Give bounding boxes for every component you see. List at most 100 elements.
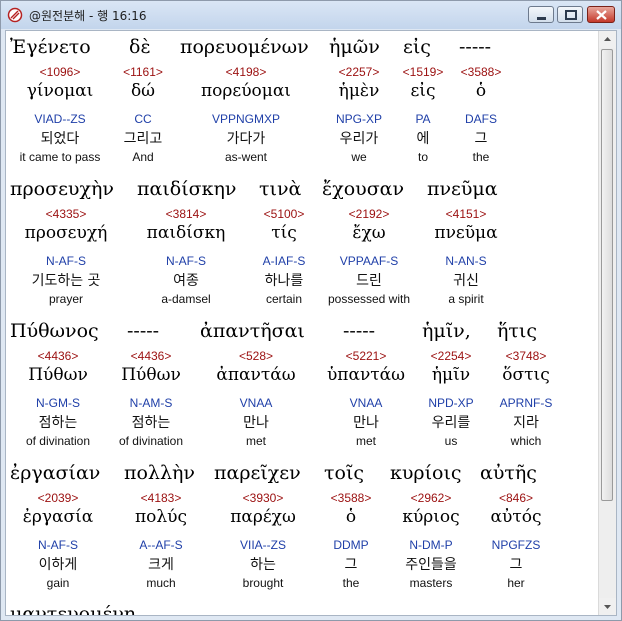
- strong-number[interactable]: <5221>: [326, 349, 406, 363]
- strong-number[interactable]: <2254>: [411, 349, 491, 363]
- lemma: γίνομαι: [26, 81, 94, 101]
- strong-number[interactable]: <3588>: [446, 65, 516, 79]
- lemma: παιδίσκη: [146, 223, 226, 243]
- strong-number[interactable]: <846>: [476, 491, 556, 505]
- greek-word[interactable]: παρεῖχεν: [214, 462, 301, 484]
- strong-number[interactable]: <4436>: [111, 349, 191, 363]
- lemma: τίς: [271, 223, 297, 243]
- korean-gloss: 드린: [356, 273, 382, 289]
- lemma: ὁ: [475, 81, 487, 101]
- minimize-icon: [537, 17, 546, 20]
- strong-number[interactable]: <2039>: [18, 491, 98, 505]
- korean-gloss: 그: [474, 131, 488, 147]
- minimize-button[interactable]: [528, 6, 554, 23]
- english-gloss: the: [472, 150, 490, 164]
- app-icon: [7, 7, 23, 23]
- parsing-code: N-AN-S: [445, 254, 487, 268]
- title-bar[interactable]: @원전분해 - 행 16:16: [1, 1, 621, 29]
- strong-number[interactable]: <1096>: [24, 65, 96, 79]
- greek-word[interactable]: Ἐγένετο: [10, 36, 91, 58]
- parsing-code: DDMP: [333, 538, 369, 552]
- greek-word[interactable]: -----: [127, 320, 159, 342]
- greek-word[interactable]: ἔχουσαν: [322, 178, 404, 200]
- parsing-code: N-DM-P: [409, 538, 453, 552]
- greek-word[interactable]: μαντευομένη: [10, 603, 135, 615]
- parsing-code: VNAA: [349, 396, 383, 410]
- parsing-code: N-AF-S: [38, 538, 78, 552]
- english-gloss: And: [132, 150, 154, 164]
- strong-number[interactable]: <4151>: [426, 207, 506, 221]
- greek-word[interactable]: πολλὴν: [124, 462, 195, 484]
- strong-number[interactable]: <528>: [216, 349, 296, 363]
- strong-number[interactable]: <3588>: [311, 491, 391, 505]
- parsing-code: N-AF-S: [166, 254, 206, 268]
- korean-gloss: 가다가: [226, 131, 266, 147]
- korean-gloss: 지라: [513, 415, 539, 431]
- korean-gloss: 점하는: [131, 415, 171, 431]
- greek-word[interactable]: ἥτις: [497, 320, 537, 342]
- english-gloss: brought: [242, 576, 284, 590]
- lemma: ἡμῖν: [431, 365, 471, 385]
- greek-word[interactable]: πνεῦμα: [427, 178, 498, 200]
- parsing-code: APRNF-S: [499, 396, 553, 410]
- korean-gloss: 그: [344, 557, 358, 573]
- parsing-code: VIAD--ZS: [34, 112, 86, 126]
- lemma: ἔχω: [352, 223, 386, 243]
- strong-number[interactable]: <4198>: [206, 65, 286, 79]
- scroll-up-button[interactable]: [599, 31, 616, 48]
- english-gloss: which: [510, 434, 542, 448]
- strong-number[interactable]: <3930>: [223, 491, 303, 505]
- strong-number[interactable]: <4335>: [26, 207, 106, 221]
- strong-number[interactable]: <3748>: [486, 349, 566, 363]
- greek-word[interactable]: εἰς: [403, 36, 431, 58]
- lemma: πολύς: [134, 507, 188, 527]
- greek-word[interactable]: ἡμῶν: [329, 36, 380, 58]
- strong-number[interactable]: <3814>: [146, 207, 226, 221]
- greek-word[interactable]: πορευομένων: [180, 36, 309, 58]
- korean-gloss: 크게: [148, 557, 174, 573]
- maximize-button[interactable]: [557, 6, 583, 23]
- english-gloss: met: [245, 434, 266, 448]
- greek-word[interactable]: τινὰ: [259, 178, 301, 200]
- scroll-down-button[interactable]: [599, 598, 616, 615]
- korean-gloss: 만나: [353, 415, 379, 431]
- strong-number[interactable]: <2192>: [324, 207, 414, 221]
- greek-word[interactable]: ἀπαντῆσαι: [200, 320, 305, 342]
- korean-gloss: 귀신: [453, 273, 479, 289]
- parsing-code: DAFS: [464, 112, 497, 126]
- english-gloss: masters: [409, 576, 453, 590]
- greek-word[interactable]: ἐργασίαν: [10, 462, 100, 484]
- parsing-code: NPGFZS: [491, 538, 541, 552]
- interlinear-view[interactable]: Ἐγένετο δὲ πορευομένων ἡμῶν εἰς ----- <1…: [5, 30, 617, 616]
- strong-number[interactable]: <4436>: [18, 349, 98, 363]
- greek-word[interactable]: ἡμῖν,: [422, 320, 471, 342]
- strong-number[interactable]: <5100>: [246, 207, 322, 221]
- greek-word[interactable]: -----: [343, 320, 375, 342]
- english-gloss: much: [146, 576, 176, 590]
- scroll-thumb[interactable]: [601, 49, 613, 501]
- korean-gloss: 그리고: [123, 131, 163, 147]
- korean-gloss: 점하는: [38, 415, 78, 431]
- lemma: ἐργασία: [22, 507, 94, 527]
- greek-word[interactable]: Πύθωνος: [10, 320, 99, 342]
- greek-word[interactable]: αὐτῆς: [480, 462, 537, 484]
- close-button[interactable]: [587, 6, 615, 23]
- greek-word[interactable]: κυρίοις: [390, 462, 462, 484]
- greek-word[interactable]: δὲ: [129, 36, 151, 58]
- greek-word[interactable]: παιδίσκην: [137, 178, 236, 200]
- greek-word[interactable]: -----: [459, 36, 491, 58]
- lemma: παρέχω: [230, 507, 296, 527]
- greek-word[interactable]: προσευχὴν: [10, 178, 114, 200]
- english-gloss: prayer: [48, 292, 83, 306]
- korean-gloss: 기도하는 곳: [31, 273, 101, 289]
- lemma: πορεύομαι: [201, 81, 291, 101]
- english-gloss: the: [342, 576, 360, 590]
- lemma: Πύθων: [28, 365, 88, 385]
- strong-number[interactable]: <2257>: [324, 65, 394, 79]
- korean-gloss: 되었다: [40, 131, 80, 147]
- vertical-scrollbar[interactable]: [598, 31, 616, 615]
- strong-number[interactable]: <1161>: [108, 65, 178, 79]
- greek-word[interactable]: τοῖς: [324, 462, 364, 484]
- strong-number[interactable]: <2962>: [391, 491, 471, 505]
- strong-number[interactable]: <4183>: [121, 491, 201, 505]
